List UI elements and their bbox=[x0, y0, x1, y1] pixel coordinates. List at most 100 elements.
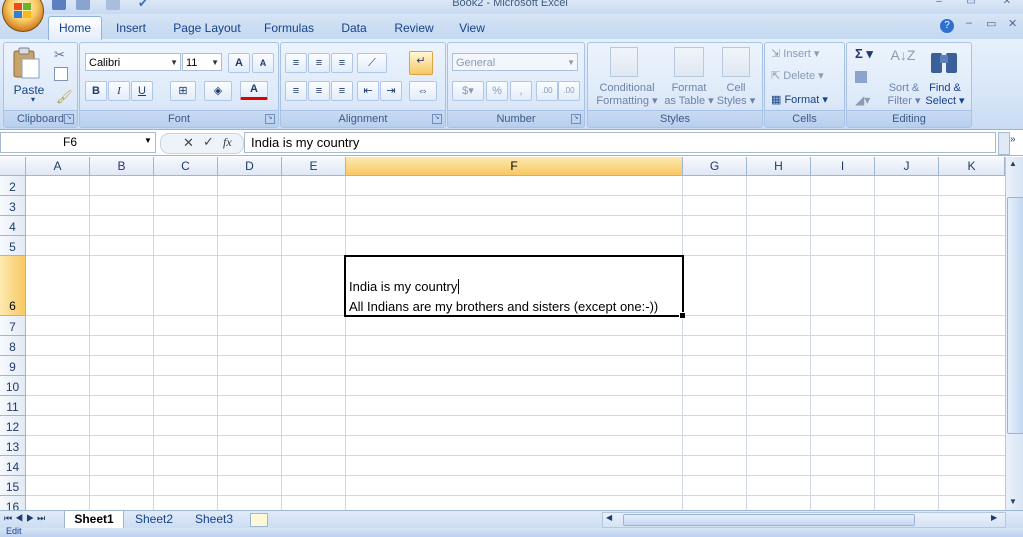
formula-scroll-icon[interactable] bbox=[998, 132, 1010, 155]
ribbon-minimize-icon[interactable]: – bbox=[966, 17, 972, 29]
column-header[interactable]: C bbox=[154, 157, 218, 176]
confirm-entry-icon[interactable]: ✓ bbox=[203, 134, 214, 150]
scroll-down-icon[interactable]: ▼ bbox=[1009, 497, 1017, 506]
row-header[interactable]: 4 bbox=[0, 216, 26, 236]
paste-dropdown-icon[interactable]: ▾ bbox=[31, 95, 35, 104]
tab-data[interactable]: Data bbox=[332, 18, 376, 38]
sort-filter-icon[interactable]: A↓Z bbox=[889, 47, 917, 75]
insert-sheet-icon[interactable] bbox=[250, 513, 268, 527]
orientation-icon[interactable]: ⟋ bbox=[357, 53, 387, 73]
row-header[interactable]: 3 bbox=[0, 196, 26, 216]
row-header[interactable]: 7 bbox=[0, 316, 26, 336]
horizontal-scrollbar[interactable]: ◀ ▶ bbox=[602, 512, 1006, 528]
worksheet-grid[interactable]: A B C D E F G H I J K 2 3 4 5 6 7 8 9 10… bbox=[0, 157, 1005, 510]
wrap-text-icon[interactable]: ↵ bbox=[409, 51, 433, 75]
row-header[interactable]: 16 bbox=[0, 496, 26, 510]
cut-icon[interactable]: ✂ bbox=[54, 47, 65, 63]
delete-cells-button[interactable]: ⇱ Delete ▾ bbox=[771, 69, 824, 82]
tab-home[interactable]: Home bbox=[48, 16, 102, 40]
number-launcher-icon[interactable]: ↘ bbox=[571, 114, 581, 124]
column-header[interactable]: A bbox=[26, 157, 90, 176]
align-top-icon[interactable]: ≡ bbox=[285, 53, 307, 73]
restore-icon[interactable]: ▭ bbox=[962, 0, 980, 10]
font-name-select[interactable]: Calibri ▼ bbox=[85, 53, 181, 71]
save-icon[interactable] bbox=[52, 0, 66, 10]
find-select-button[interactable]: Find & Select ▾ bbox=[923, 82, 967, 108]
percent-button[interactable]: % bbox=[486, 81, 508, 101]
shrink-font-button[interactable]: A bbox=[252, 53, 274, 73]
name-box[interactable]: F6 bbox=[0, 132, 156, 153]
sheet-nav-icon[interactable]: ⏮◀▶⏭ bbox=[4, 513, 48, 524]
clipboard-launcher-icon[interactable]: ↘ bbox=[64, 114, 74, 124]
tab-formulas[interactable]: Formulas bbox=[256, 18, 322, 38]
format-painter-icon[interactable]: 🖌 bbox=[56, 89, 73, 105]
increase-decimal-button[interactable]: .00 bbox=[536, 81, 558, 101]
column-header[interactable]: H bbox=[747, 157, 811, 176]
name-box-dropdown-icon[interactable]: ▼ bbox=[144, 136, 152, 145]
conditional-formatting-button[interactable]: Conditional Formatting ▾ bbox=[590, 82, 664, 108]
fill-icon[interactable] bbox=[855, 71, 867, 83]
insert-function-icon[interactable]: fx bbox=[223, 135, 232, 150]
scroll-right-icon[interactable]: ▶ bbox=[991, 513, 997, 522]
redo-icon[interactable] bbox=[106, 0, 120, 10]
copy-icon[interactable] bbox=[54, 67, 68, 81]
align-left-icon[interactable]: ≡ bbox=[285, 81, 307, 101]
column-header[interactable]: K bbox=[939, 157, 1005, 176]
fill-handle[interactable] bbox=[679, 312, 686, 319]
ribbon-restore-icon[interactable]: ▭ bbox=[986, 17, 996, 30]
scroll-left-icon[interactable]: ◀ bbox=[606, 513, 612, 522]
row-header[interactable]: 13 bbox=[0, 436, 26, 456]
align-right-icon[interactable]: ≡ bbox=[331, 81, 353, 101]
column-header[interactable]: E bbox=[282, 157, 346, 176]
scroll-up-icon[interactable]: ▲ bbox=[1009, 159, 1017, 168]
binoculars-icon[interactable] bbox=[929, 47, 959, 75]
active-cell[interactable]: India is my country All Indians are my b… bbox=[344, 255, 686, 319]
column-header[interactable]: D bbox=[218, 157, 282, 176]
align-middle-icon[interactable]: ≡ bbox=[308, 53, 330, 73]
check-icon[interactable]: ✔ bbox=[138, 0, 152, 10]
borders-button[interactable]: ⊞ bbox=[170, 81, 196, 101]
row-header[interactable]: 10 bbox=[0, 376, 26, 396]
row-header[interactable]: 9 bbox=[0, 356, 26, 376]
row-header[interactable]: 14 bbox=[0, 456, 26, 476]
format-as-table-icon[interactable] bbox=[674, 47, 704, 77]
tab-view[interactable]: View bbox=[450, 18, 494, 38]
formula-input[interactable]: India is my country bbox=[244, 132, 996, 153]
row-header[interactable]: 8 bbox=[0, 336, 26, 356]
bold-button[interactable]: B bbox=[85, 81, 107, 101]
close-icon[interactable]: ✕ bbox=[998, 0, 1016, 10]
conditional-formatting-icon[interactable] bbox=[610, 47, 638, 77]
expand-formula-icon[interactable]: » bbox=[1010, 134, 1016, 145]
row-header[interactable]: 2 bbox=[0, 176, 26, 196]
paste-button[interactable]: Paste bbox=[9, 83, 49, 97]
increase-indent-icon[interactable]: ⇥ bbox=[380, 81, 402, 101]
select-all-corner[interactable] bbox=[0, 157, 26, 176]
sheet-tab-sheet1[interactable]: Sheet1 bbox=[64, 511, 124, 529]
grow-font-button[interactable]: A bbox=[228, 53, 250, 73]
merge-center-icon[interactable]: ⇔ bbox=[409, 81, 437, 101]
column-header[interactable]: B bbox=[90, 157, 154, 176]
tab-review[interactable]: Review bbox=[386, 18, 442, 38]
align-bottom-icon[interactable]: ≡ bbox=[331, 53, 353, 73]
row-header[interactable]: 15 bbox=[0, 476, 26, 496]
decrease-indent-icon[interactable]: ⇤ bbox=[357, 81, 379, 101]
sheet-tab-sheet3[interactable]: Sheet3 bbox=[186, 511, 242, 528]
font-launcher-icon[interactable]: ↘ bbox=[265, 114, 275, 124]
vertical-scrollbar[interactable]: ▲ ▼ bbox=[1005, 157, 1023, 510]
autosum-button[interactable]: Σ ▾ bbox=[855, 46, 873, 62]
sort-filter-button[interactable]: Sort & Filter ▾ bbox=[883, 82, 925, 108]
row-header[interactable]: 12 bbox=[0, 416, 26, 436]
sheet-tab-sheet2[interactable]: Sheet2 bbox=[126, 511, 182, 528]
row-header-selected[interactable]: 6 bbox=[0, 256, 26, 316]
column-header[interactable]: G bbox=[683, 157, 747, 176]
tab-page-layout[interactable]: Page Layout bbox=[166, 18, 248, 38]
column-header-selected[interactable]: F bbox=[346, 157, 683, 176]
font-color-button[interactable]: A bbox=[240, 81, 268, 100]
column-header[interactable]: J bbox=[875, 157, 939, 176]
number-format-select[interactable]: General ▼ bbox=[452, 53, 578, 71]
clear-icon[interactable]: ◢▾ bbox=[855, 93, 870, 107]
tab-insert[interactable]: Insert bbox=[106, 18, 156, 38]
insert-cells-button[interactable]: ⇲ Insert ▾ bbox=[771, 47, 819, 60]
workbook-close-icon[interactable]: ✕ bbox=[1008, 17, 1017, 30]
align-center-icon[interactable]: ≡ bbox=[308, 81, 330, 101]
